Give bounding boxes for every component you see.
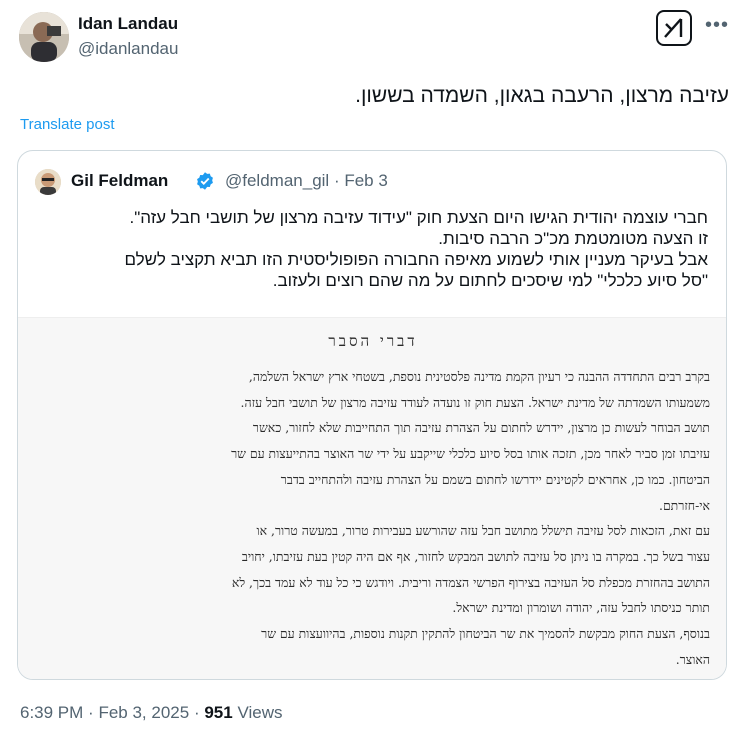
- document-line: הביטחון. כמו כן, אחראים לקטינים יידרשו ל…: [280, 471, 710, 487]
- quoted-text-line: "סל סיוע כלכלי" למי שיסכים לחתום על מה ש…: [272, 271, 708, 290]
- separator-dot: ·: [88, 703, 94, 722]
- views-label: Views: [237, 703, 283, 722]
- post-header: Idan Landau @idanlandau •••: [17, 10, 729, 64]
- quoted-post-text: חברי עוצמה יהודית הגישו היום הצעת חוק "ע…: [38, 207, 708, 291]
- attached-document-image[interactable]: דברי הסבר בקרב רבים התחדדה ההבנה כי רעיו…: [18, 317, 726, 679]
- author-handle[interactable]: @idanlandau: [78, 39, 178, 59]
- document-line: תותר כניסתו לחבל עזה, יהודה ושומרון ומדי…: [452, 600, 710, 616]
- more-icon[interactable]: •••: [705, 14, 729, 37]
- views-count: 951: [204, 703, 233, 722]
- post-metadata: 6:39 PM · Feb 3, 2025 · 951 Views: [20, 703, 283, 723]
- grok-icon[interactable]: [656, 10, 692, 46]
- document-line: תושב הבוחר לעשות כן מרצון, יידרש לחתום ע…: [252, 420, 710, 436]
- quoted-text-line: חברי עוצמה יהודית הגישו היום הצעת חוק "ע…: [129, 208, 709, 227]
- document-body: בקרב רבים התחדדה ההבנה כי רעיון הקמת מדי…: [28, 364, 710, 672]
- document-line: בנוסף, הצעת החוק מבקשת להסמיך את שר הביט…: [261, 626, 710, 642]
- separator-dot: ·: [333, 171, 340, 190]
- quoted-author-name[interactable]: Gil Feldman: [71, 171, 168, 191]
- verified-badge-icon: [195, 171, 215, 191]
- quoted-post-date[interactable]: Feb 3: [344, 171, 387, 190]
- quoted-author-handle[interactable]: @feldman_gil: [225, 171, 329, 190]
- quoted-post[interactable]: Gil Feldman @feldman_gil · Feb 3 חברי עו…: [17, 150, 727, 680]
- quoted-text-line: אבל בעיקר מעניין אותי לשמוע מאיפה החבורה…: [124, 250, 708, 269]
- document-line: עזיבתו זמן סביר לאחר מכן, תזכה אותו בסל …: [231, 446, 710, 462]
- document-line: עצור בשל כך. במקרה בו ניתן סל עזיבה לתוש…: [241, 548, 710, 564]
- document-line: עם זאת, הזכאות לסל עזיבה תישלל מתושב חבל…: [256, 523, 710, 539]
- document-line: התושב בהחזרת מכפלת סל העזיבה בצירוף הפרש…: [231, 574, 710, 590]
- translate-post-link[interactable]: Translate post: [20, 116, 115, 133]
- quoted-author-avatar[interactable]: [35, 169, 61, 195]
- author-avatar[interactable]: [19, 12, 69, 62]
- post-time[interactable]: 6:39 PM: [20, 703, 83, 722]
- quoted-text-line: זו הצעה מטומטמת מכ"כ הרבה סיבות.: [438, 229, 708, 248]
- document-line: האוצר.: [675, 651, 710, 667]
- document-line: משמעותו השמדתה של מדינת ישראל. הצעת חוק …: [240, 394, 710, 410]
- quoted-author-meta: @feldman_gil · Feb 3: [225, 171, 388, 191]
- post-text: עזיבה מרצון, הרעבה בגאון, השמדה בששון.: [355, 84, 729, 107]
- document-line: בקרב רבים התחדדה ההבנה כי רעיון הקמת מדי…: [248, 369, 710, 384]
- post-date[interactable]: Feb 3, 2025: [98, 703, 189, 722]
- quoted-post-header: Gil Feldman @feldman_gil · Feb 3: [35, 169, 715, 195]
- document-line: אי-חזרתם.: [659, 497, 710, 513]
- document-title: דברי הסבר: [328, 332, 418, 350]
- separator-dot: ·: [193, 703, 200, 722]
- author-name[interactable]: Idan Landau: [78, 14, 178, 34]
